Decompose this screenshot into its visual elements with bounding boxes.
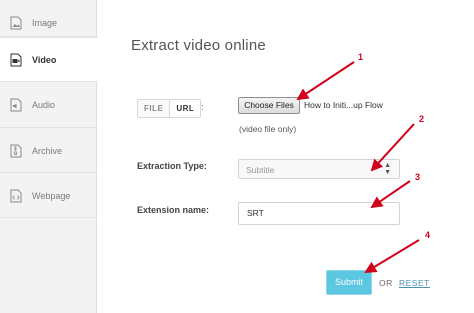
- file-type-hint: (video file only): [239, 124, 297, 134]
- step-number-3: 3: [415, 172, 420, 182]
- page-title: Extract video online: [131, 37, 266, 54]
- sidebar: Image Video Audio Archive Webpage: [0, 0, 99, 313]
- sidebar-item-audio[interactable]: Audio: [0, 82, 97, 127]
- annotation-arrow-4: [364, 239, 420, 274]
- sidebar-item-label: Audio: [32, 99, 56, 110]
- selected-file-name: How to Initi...up Flow: [304, 100, 383, 110]
- extension-name-label: Extension name:: [137, 205, 210, 215]
- video-file-icon: [10, 53, 22, 66]
- submit-button[interactable]: Submit: [326, 270, 372, 295]
- sidebar-item-label: Archive: [32, 145, 63, 156]
- sidebar-item-label: Webpage: [32, 190, 71, 201]
- source-tabs: FILE URL: [137, 99, 202, 118]
- archive-file-icon: [10, 144, 22, 157]
- choose-files-button[interactable]: Choose Files: [238, 97, 300, 114]
- image-file-icon: [10, 16, 22, 29]
- extraction-type-label: Extraction Type:: [137, 161, 207, 171]
- step-number-2: 2: [419, 114, 424, 124]
- select-arrows-icon: ▲ ▼: [384, 162, 391, 176]
- extraction-type-select[interactable]: Subtitle ▲ ▼: [238, 159, 400, 179]
- or-text: OR: [379, 278, 393, 288]
- step-number-1: 1: [358, 52, 363, 62]
- sidebar-item-archive[interactable]: Archive: [0, 128, 97, 173]
- extraction-type-value: Subtitle: [246, 165, 275, 175]
- reset-link[interactable]: RESET: [399, 278, 430, 288]
- tabs-colon: :: [201, 102, 204, 112]
- annotation-arrow-1: [296, 61, 355, 101]
- sidebar-item-label: Image: [32, 17, 58, 28]
- tab-file[interactable]: FILE: [138, 100, 170, 117]
- code-file-icon: [10, 189, 22, 202]
- tab-url[interactable]: URL: [169, 100, 201, 117]
- sidebar-item-webpage[interactable]: Webpage: [0, 173, 97, 218]
- divider: [0, 217, 97, 218]
- sidebar-item-label: Video: [32, 54, 57, 65]
- step-number-4: 4: [425, 230, 430, 240]
- sidebar-item-video[interactable]: Video: [0, 37, 99, 82]
- extension-name-input[interactable]: SRT: [238, 202, 400, 225]
- audio-file-icon: [10, 98, 22, 111]
